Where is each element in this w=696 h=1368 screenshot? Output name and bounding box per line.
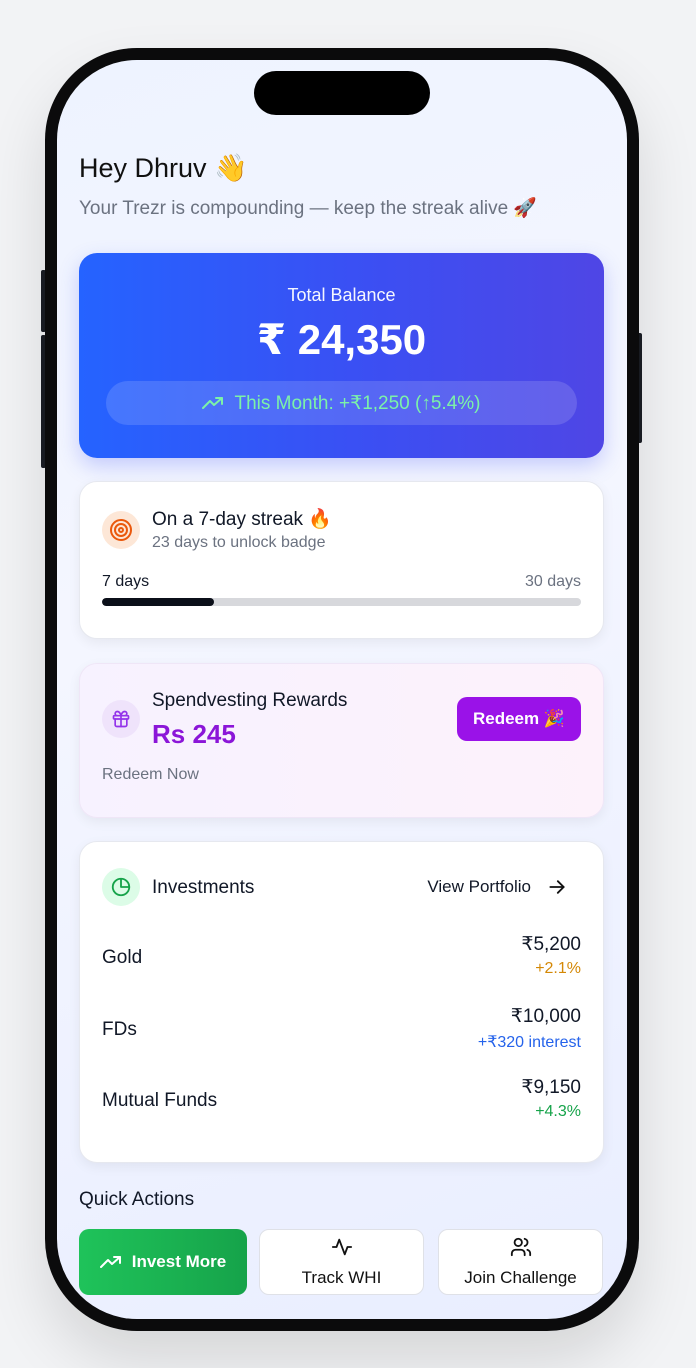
investment-value: ₹10,000 [510,1006,581,1027]
dynamic-island [254,71,430,115]
track-whi-label: Track WHI [301,1268,382,1287]
redeem-button[interactable]: Redeem 🎉 [457,697,581,741]
rewards-points: Rs 245 [152,719,236,749]
greeting: Hey Dhruv 👋 [79,153,248,183]
rewards-card: Spendvesting Rewards Rs 245 Redeem 🎉 Red… [79,663,604,818]
quick-actions-title: Quick Actions [79,1189,195,1210]
view-portfolio-label: View Portfolio [427,877,531,896]
balance-card[interactable]: Total Balance ₹ 24,350 This Month: +₹1,2… [79,253,604,458]
month-change-pill: This Month: +₹1,250 (↑5.4%) [106,381,577,425]
balance-label: Total Balance [287,285,396,305]
streak-progress-fill [102,598,214,606]
streak-progress-bar [102,598,581,606]
investment-change: +4.3% [535,1103,581,1120]
investment-name: Gold [102,947,143,968]
redeem-now-link[interactable]: Redeem Now [102,766,199,784]
investment-change: +₹320 interest [477,1034,581,1051]
join-challenge-label: Join Challenge [464,1268,577,1287]
streak-card[interactable]: On a 7-day streak 🔥 23 days to unlock ba… [79,481,604,639]
view-portfolio-link[interactable]: View Portfolio [427,877,567,897]
investment-row-mutual-funds[interactable]: Mutual Funds ₹9,150 +4.3% [102,1076,581,1128]
activity-icon [331,1238,352,1256]
investments-title: Investments [152,877,255,898]
app-screen: Hey Dhruv 👋 Your Trezr is compounding — … [57,60,627,1319]
month-change-text: This Month: +₹1,250 (↑5.4%) [234,392,481,414]
trending-up-icon [99,1256,121,1268]
streak-title: On a 7-day streak 🔥 [152,509,332,530]
balance-amount: ₹ 24,350 [256,316,427,363]
rewards-title: Spendvesting Rewards [152,690,348,711]
investment-name: Mutual Funds [102,1090,218,1111]
investment-change: +2.1% [535,960,581,977]
invest-more-label: Invest More [131,1252,227,1271]
investment-name: FDs [102,1019,137,1040]
users-icon [510,1237,531,1257]
join-challenge-button[interactable]: Join Challenge [438,1229,603,1295]
greeting-subtitle: Your Trezr is compounding — keep the str… [79,198,538,219]
investment-value: ₹9,150 [521,1077,581,1098]
pie-chart-icon [102,868,140,906]
investment-row-fds[interactable]: FDs ₹10,000 +₹320 interest [102,1005,581,1057]
arrow-right-icon [549,880,565,894]
investment-value: ₹5,200 [521,934,581,955]
target-icon [102,511,140,549]
streak-end-label: 30 days [524,573,581,590]
investments-card: Investments View Portfolio Gold ₹5,200 +… [79,841,604,1163]
streak-start-label: 7 days [102,573,150,590]
streak-note: 23 days to unlock badge [152,534,326,551]
track-whi-button[interactable]: Track WHI [259,1229,424,1295]
trending-up-icon [202,397,224,409]
investment-row-gold[interactable]: Gold ₹5,200 +2.1% [102,933,581,985]
invest-more-button[interactable]: Invest More [79,1229,247,1295]
gift-icon [102,700,140,738]
